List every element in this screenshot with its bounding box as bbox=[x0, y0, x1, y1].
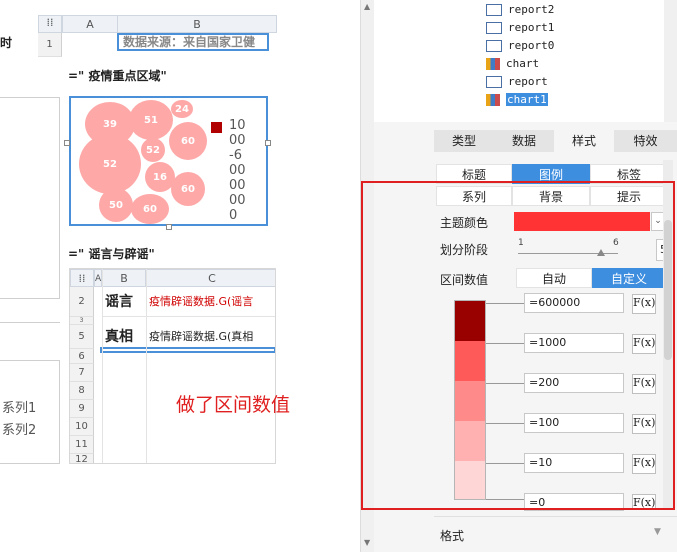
legend-value: 00 bbox=[229, 193, 246, 208]
series-label-2: 系列2 bbox=[2, 423, 37, 438]
bubble-point: 60 bbox=[169, 122, 207, 160]
bubble-point: 60 bbox=[131, 194, 169, 224]
legend-value: 00 bbox=[229, 178, 246, 193]
col-header-b[interactable]: B bbox=[117, 15, 277, 33]
tree-item[interactable]: report1 bbox=[486, 20, 554, 36]
legend-values: 10 00 -6 00 00 00 0 bbox=[229, 118, 246, 223]
row-header[interactable]: 12 bbox=[70, 454, 94, 463]
scroll-down-icon[interactable]: ▼ bbox=[364, 538, 370, 547]
selected-tree-label: chart1 bbox=[506, 93, 548, 106]
tree-item[interactable]: report bbox=[486, 74, 548, 90]
resize-handle[interactable] bbox=[265, 140, 271, 146]
tab-type[interactable]: 类型 bbox=[434, 130, 494, 152]
legend-value: 00 bbox=[229, 133, 246, 148]
col-divider bbox=[146, 269, 147, 463]
col-header-c[interactable]: C bbox=[146, 269, 275, 287]
bubble-chart[interactable]: 39 24 51 52 60 52 16 60 50 60 10 00 -6 0… bbox=[69, 96, 268, 226]
bubble-point: 60 bbox=[171, 172, 205, 206]
row-header[interactable]: 5 bbox=[70, 325, 94, 349]
corner-cell: ⁞⁞ bbox=[70, 269, 94, 287]
highlight-box bbox=[361, 181, 675, 510]
bubble-point: 52 bbox=[141, 138, 165, 162]
scroll-up-icon[interactable]: ▲ bbox=[364, 2, 370, 11]
bubble-point: 24 bbox=[171, 100, 193, 118]
resize-handle[interactable] bbox=[64, 140, 70, 146]
row-header[interactable]: 2 bbox=[70, 287, 94, 317]
report-icon bbox=[486, 22, 502, 34]
report-icon bbox=[486, 4, 502, 16]
tree-item[interactable]: report2 bbox=[486, 2, 554, 18]
legend-value: -6 bbox=[229, 148, 242, 163]
main-tab-bar: 类型 数据 样式 特效 bbox=[434, 130, 677, 152]
chart-icon bbox=[486, 58, 500, 70]
legend-swatch bbox=[211, 122, 222, 133]
annotation-text: 做了区间数值 bbox=[176, 394, 291, 416]
truth-formula-cell[interactable]: 疫情辟谣数据.G(真相 bbox=[146, 325, 275, 349]
chevron-down-icon[interactable]: ▼ bbox=[654, 527, 661, 537]
rumor-block-title: =" 谣言与辟谣" bbox=[68, 247, 155, 261]
legend-value: 10 bbox=[229, 118, 246, 133]
tab-style[interactable]: 样式 bbox=[554, 130, 614, 152]
tree-item[interactable]: report0 bbox=[486, 38, 554, 54]
rumor-formula-cell[interactable]: 疫情辟谣数据.G(谣言 bbox=[146, 287, 275, 317]
tree-scrollbar[interactable] bbox=[664, 0, 677, 122]
col-header-b[interactable]: B bbox=[102, 269, 146, 287]
row-header[interactable]: 10 bbox=[70, 418, 94, 436]
col-divider bbox=[102, 269, 103, 463]
row-header[interactable]: 6 bbox=[70, 349, 94, 364]
corner-cell: ⁞⁞ bbox=[38, 15, 62, 33]
bubble-point: 50 bbox=[99, 188, 133, 222]
selected-row-range[interactable] bbox=[100, 347, 275, 353]
series-legend-box: 系列1 系列2 bbox=[0, 360, 60, 464]
truth-label-cell[interactable]: 真相 bbox=[102, 325, 146, 349]
row-header[interactable]: 8 bbox=[70, 382, 94, 400]
bubble-point: 52 bbox=[79, 134, 141, 194]
row-header-1[interactable]: 1 bbox=[38, 33, 62, 57]
format-label: 格式 bbox=[440, 529, 465, 543]
properties-panel: report2 report1 report0 chart report cha… bbox=[361, 0, 677, 552]
series-label-1: 系列1 bbox=[2, 401, 37, 416]
chart-icon bbox=[486, 94, 500, 106]
chart-block-title: =" 疫情重点区域" bbox=[68, 69, 167, 83]
left-clip-text: 时 bbox=[0, 36, 13, 50]
resize-handle[interactable] bbox=[166, 224, 172, 230]
bubble-point: 51 bbox=[129, 100, 173, 140]
legend-value: 00 bbox=[229, 163, 246, 178]
tab-data[interactable]: 数据 bbox=[494, 130, 554, 152]
col-header-a[interactable]: A bbox=[94, 269, 102, 287]
tree-item-selected[interactable]: chart1 bbox=[486, 92, 548, 108]
format-section[interactable]: 格式 ▼ bbox=[434, 516, 677, 552]
tree-item[interactable]: chart bbox=[486, 56, 539, 72]
report-icon bbox=[486, 40, 502, 52]
left-panel-frame bbox=[0, 97, 60, 299]
row-header[interactable]: 7 bbox=[70, 364, 94, 382]
col-header-a[interactable]: A bbox=[62, 15, 118, 33]
tab-effect[interactable]: 特效 bbox=[614, 130, 677, 152]
report-icon bbox=[486, 76, 502, 88]
component-tree: report2 report1 report0 chart report cha… bbox=[374, 0, 677, 122]
rumor-label-cell[interactable]: 谣言 bbox=[102, 287, 146, 317]
design-canvas: 时 系列1 系列2 ⁞⁞ A B 1 数据来源：来自国家卫健 =" 疫情重点区域… bbox=[0, 0, 360, 552]
rumor-sheet: ⁞⁞ A B C 2 谣言 疫情辟谣数据.G(谣言 3 5 真相 疫情辟谣数据.… bbox=[69, 268, 276, 464]
row-header[interactable]: 3 bbox=[70, 317, 94, 325]
row-header[interactable]: 11 bbox=[70, 436, 94, 454]
legend-value: 0 bbox=[229, 208, 238, 223]
row-header[interactable]: 9 bbox=[70, 400, 94, 418]
source-cell[interactable]: 数据来源：来自国家卫健 bbox=[117, 33, 269, 51]
